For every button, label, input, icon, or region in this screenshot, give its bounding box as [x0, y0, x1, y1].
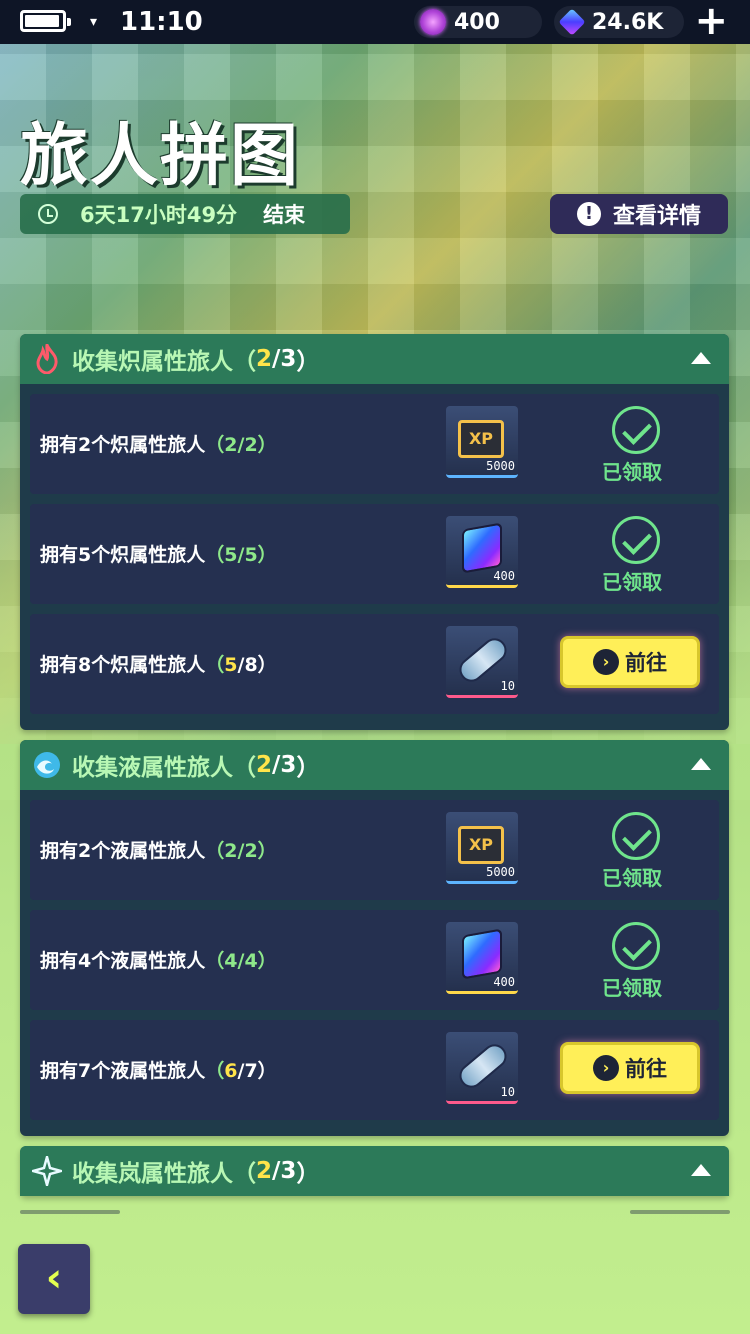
cube-gem-icon	[462, 522, 502, 574]
section-fire: 收集炽属性旅人 （ 2 / 3 ） 拥有2个炽属性旅人（2/2） XP 5000…	[20, 334, 729, 730]
count-current: 2	[256, 1158, 273, 1184]
task-label: 拥有2个液属性旅人（2/2）	[40, 840, 277, 862]
task-row: 拥有7个液属性旅人（6/7） 10 › 前往	[30, 1020, 719, 1120]
xp-chip-icon: XP	[458, 826, 504, 864]
count-sep: /	[272, 752, 281, 778]
claimed-label: 已领取	[602, 866, 662, 890]
star-wind-icon	[32, 1156, 62, 1186]
xp-chip-icon: XP	[458, 420, 504, 458]
check-icon	[612, 812, 660, 860]
currency-orb-value: 400	[454, 9, 500, 35]
count-paren: ）	[296, 1161, 320, 1187]
view-details-button[interactable]: ! 查看详情	[550, 194, 728, 234]
count-total: 3	[280, 346, 297, 372]
section-header[interactable]: 收集岚属性旅人 （ 2 / 3 ）	[20, 1146, 729, 1196]
count-current: 2	[256, 346, 273, 372]
check-icon	[612, 922, 660, 970]
event-timer: 6天17小时49分 结束	[20, 194, 350, 234]
count-total: 3	[280, 1158, 297, 1184]
collapse-arrow-icon[interactable]	[691, 352, 711, 364]
timer-suffix: 结束	[263, 203, 306, 227]
collapse-arrow-icon[interactable]	[691, 758, 711, 770]
cube-gem-icon	[462, 928, 502, 980]
reward-ticket-icon[interactable]: 10	[446, 1032, 518, 1104]
task-label: 拥有2个炽属性旅人（2/2）	[40, 434, 277, 456]
arrow-right-icon: ›	[593, 649, 619, 675]
section-wind: 收集岚属性旅人 （ 2 / 3 ）	[20, 1146, 729, 1196]
divider	[630, 1210, 730, 1214]
reward-cube-icon[interactable]: 400	[446, 922, 518, 994]
count-paren: （	[233, 755, 256, 781]
goto-button[interactable]: › 前往	[560, 636, 700, 688]
check-icon	[612, 406, 660, 454]
collapse-arrow-icon[interactable]	[691, 1164, 711, 1176]
count-paren: （	[233, 1161, 256, 1187]
count-paren: ）	[296, 349, 320, 375]
section-title: 收集岚属性旅人	[72, 1161, 233, 1187]
task-label: 拥有5个炽属性旅人（5/5）	[40, 544, 277, 566]
status-bar: ▾ 11:10 400 24.6K +	[0, 0, 750, 44]
task-label: 拥有8个炽属性旅人（5/8）	[40, 654, 277, 676]
reward-quantity: 400	[493, 975, 515, 989]
orb-icon	[420, 9, 446, 35]
info-icon: !	[576, 202, 601, 226]
timer-remaining: 6天17小时49分	[80, 203, 238, 227]
task-row: 拥有2个炽属性旅人（2/2） XP 5000 已领取	[30, 394, 719, 494]
claimed-label: 已领取	[602, 570, 662, 594]
claimed-status: 已领取	[602, 406, 668, 485]
count-sep: /	[272, 346, 281, 372]
count-total: 3	[280, 752, 297, 778]
reward-quantity: 5000	[486, 459, 515, 473]
clock-icon	[38, 204, 58, 224]
task-label: 拥有4个液属性旅人（4/4）	[40, 950, 277, 972]
claimed-status: 已领取	[602, 516, 668, 595]
clock: 11:10	[120, 7, 203, 37]
page-title: 旅人拼图	[20, 117, 301, 196]
cube-icon	[558, 8, 586, 36]
reward-xp-icon[interactable]: XP 5000	[446, 812, 518, 884]
goto-label: 前往	[625, 1057, 667, 1081]
section-header[interactable]: 收集炽属性旅人 （ 2 / 3 ）	[20, 334, 729, 384]
count-sep: /	[272, 1158, 281, 1184]
currency-cube-value: 24.6K	[592, 9, 664, 35]
battery-icon	[20, 10, 71, 32]
count-paren: （	[233, 349, 256, 375]
claimed-status: 已领取	[602, 812, 668, 891]
back-button[interactable]: ‹	[18, 1244, 90, 1314]
reward-cube-icon[interactable]: 400	[446, 516, 518, 588]
claimed-label: 已领取	[602, 460, 662, 484]
task-label: 拥有7个液属性旅人（6/7）	[40, 1060, 277, 1082]
task-row: 拥有4个液属性旅人（4/4） 400 已领取	[30, 910, 719, 1010]
task-row: 拥有5个炽属性旅人（5/5） 400 已领取	[30, 504, 719, 604]
count-paren: ）	[296, 755, 320, 781]
claimed-label: 已领取	[602, 976, 662, 1000]
currency-cube[interactable]: 24.6K	[554, 6, 684, 38]
currency-orb[interactable]: 400	[414, 6, 542, 38]
reward-ticket-icon[interactable]: 10	[446, 626, 518, 698]
goto-label: 前往	[625, 651, 667, 675]
goto-button[interactable]: › 前往	[560, 1042, 700, 1094]
task-row: 拥有2个液属性旅人（2/2） XP 5000 已领取	[30, 800, 719, 900]
section-header[interactable]: 收集液属性旅人 （ 2 / 3 ）	[20, 740, 729, 790]
section-title: 收集液属性旅人	[72, 755, 233, 781]
notification-dropdown-icon[interactable]: ▾	[90, 14, 97, 30]
check-icon	[612, 516, 660, 564]
section-liquid: 收集液属性旅人 （ 2 / 3 ） 拥有2个液属性旅人（2/2） XP 5000…	[20, 740, 729, 1136]
reward-quantity: 400	[493, 569, 515, 583]
section-title: 收集炽属性旅人	[72, 349, 233, 375]
claimed-status: 已领取	[602, 922, 668, 1001]
add-currency-button[interactable]: +	[694, 1, 728, 41]
reward-quantity: 10	[500, 679, 515, 693]
arrow-right-icon: ›	[593, 1055, 619, 1081]
reward-xp-icon[interactable]: XP 5000	[446, 406, 518, 478]
count-current: 2	[256, 752, 273, 778]
reward-quantity: 10	[500, 1085, 515, 1099]
reward-quantity: 5000	[486, 865, 515, 879]
flame-icon	[32, 344, 62, 374]
task-row: 拥有8个炽属性旅人（5/8） 10 › 前往	[30, 614, 719, 714]
wave-icon	[32, 750, 62, 780]
view-details-label: 查看详情	[612, 204, 701, 229]
divider	[20, 1210, 120, 1214]
